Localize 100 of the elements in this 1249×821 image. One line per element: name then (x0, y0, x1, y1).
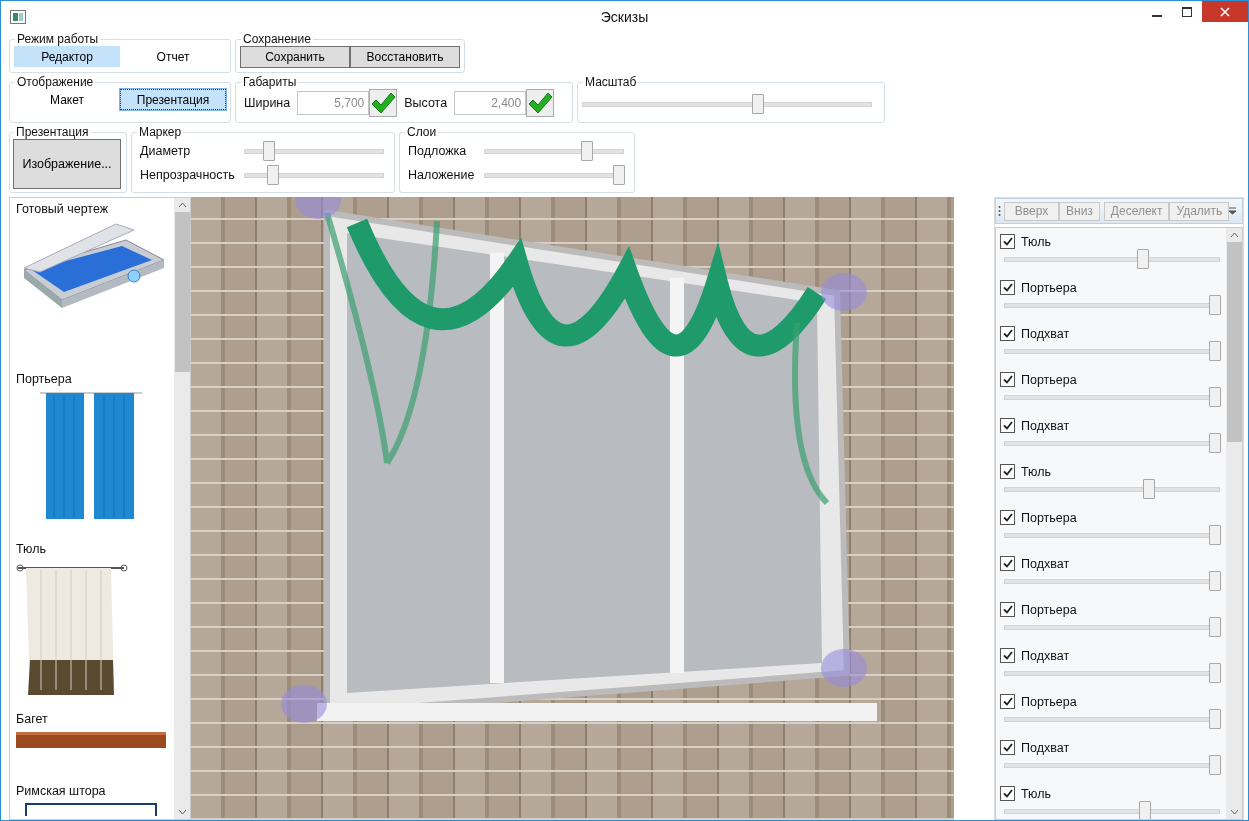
opacity-slider[interactable] (1004, 663, 1220, 683)
check-icon (1002, 605, 1013, 614)
window-title: Эскизы (600, 8, 649, 25)
scroll-up-icon (177, 202, 187, 208)
slider-label: Непрозрачность (140, 168, 236, 182)
opacity-slider[interactable] (1004, 801, 1220, 819)
scale-slider[interactable] (582, 93, 872, 114)
checkbox[interactable] (1000, 740, 1015, 755)
scroll-down-icon (177, 809, 187, 815)
catalog-label: Готовый чертеж (16, 202, 110, 216)
checkbox[interactable] (1000, 464, 1015, 479)
check-icon (1002, 237, 1013, 246)
save-button[interactable]: Сохранить (240, 46, 350, 68)
check-icon (1002, 789, 1013, 798)
marker-handle[interactable] (281, 685, 327, 723)
opacity-slider[interactable] (1004, 433, 1220, 453)
check-icon (1002, 467, 1013, 476)
marker-slider[interactable] (244, 165, 384, 185)
check-icon (1002, 697, 1013, 706)
group-title: Сохранение (242, 32, 312, 46)
layer-label: Портьера (1021, 602, 1077, 617)
checkbox[interactable] (1000, 648, 1015, 663)
check-icon (1002, 421, 1013, 430)
opacity-slider[interactable] (1004, 249, 1220, 269)
check-icon (1002, 283, 1013, 292)
save-button[interactable]: Восстановить (350, 46, 460, 68)
layer-label: Портьера (1021, 372, 1077, 387)
opacity-slider[interactable] (1004, 571, 1220, 591)
layer-label: Портьера (1021, 510, 1077, 525)
checkbox[interactable] (1000, 234, 1015, 249)
catalog-label: Римская штора (16, 784, 107, 798)
catalog-label: Багет (16, 712, 49, 726)
number-field[interactable]: 2,400 (454, 91, 527, 115)
checkbox[interactable] (1000, 510, 1015, 525)
group-title: Габариты (242, 75, 298, 89)
scroll-down-icon (1229, 809, 1239, 815)
opacity-slider[interactable] (1004, 617, 1220, 637)
opacity-slider[interactable] (1004, 295, 1220, 315)
group-title: Режим работы (16, 32, 100, 46)
group-title: Масштаб (584, 75, 638, 89)
opacity-slider[interactable] (1004, 479, 1220, 499)
checkbox[interactable] (1000, 418, 1015, 433)
slider-label: Наложение (408, 168, 476, 182)
catalog-item[interactable]: Портьера (16, 372, 174, 542)
scrollbar-thumb[interactable] (1226, 242, 1242, 442)
checkbox[interactable] (1000, 326, 1015, 341)
group-title: Маркер (138, 125, 183, 139)
checkmark-icon (527, 91, 554, 115)
checkbox[interactable] (1000, 556, 1015, 571)
layer-label: Подхват (1021, 556, 1070, 571)
scrollbar[interactable] (174, 198, 190, 819)
minimize-icon (1152, 14, 1162, 17)
group-title: Слои (406, 125, 438, 139)
marker-slider[interactable] (244, 141, 384, 161)
check-icon (1002, 651, 1013, 660)
number-field[interactable]: 5,700 (297, 91, 370, 115)
marker-handle[interactable] (821, 649, 867, 687)
catalog-item[interactable]: Римская штора (16, 784, 174, 816)
maximize-icon (1182, 6, 1192, 17)
layer-label: Тюль (1021, 234, 1051, 249)
slider-label: Диаметр (140, 144, 192, 158)
layer-slider[interactable] (484, 165, 624, 185)
check-icon (1002, 329, 1013, 338)
catalog-item[interactable]: Готовый чертеж (16, 202, 174, 372)
checkbox[interactable] (1000, 602, 1015, 617)
catalog-label: Тюль (16, 542, 47, 556)
checkbox[interactable] (1000, 786, 1015, 801)
checkbox[interactable] (1000, 280, 1015, 295)
opacity-slider[interactable] (1004, 755, 1220, 775)
checkbox[interactable] (1000, 694, 1015, 709)
image-button[interactable]: Изображение... (13, 139, 121, 189)
overflow-icon (1229, 207, 1237, 215)
confirm-button[interactable] (369, 89, 398, 117)
catalog-label: Портьера (16, 372, 73, 386)
opacity-slider[interactable] (1004, 709, 1220, 729)
opacity-slider[interactable] (1004, 341, 1220, 361)
confirm-button[interactable] (526, 89, 555, 117)
app-icon (10, 9, 26, 24)
opacity-slider[interactable] (1004, 387, 1220, 407)
opacity-slider[interactable] (1004, 525, 1220, 545)
layer-label: Подхват (1021, 326, 1070, 341)
scrollbar-thumb[interactable] (174, 212, 190, 372)
layer-label: Тюль (1021, 464, 1051, 479)
catalog-item[interactable]: Тюль (16, 542, 174, 712)
check-icon (1002, 375, 1013, 384)
scrollbar[interactable] (1226, 228, 1242, 819)
check-icon (1002, 513, 1013, 522)
mode-toggle[interactable]: Отчет (120, 46, 226, 67)
slider-label: Подложка (408, 144, 468, 158)
marker-handle[interactable] (821, 273, 867, 311)
scroll-up-icon (1229, 232, 1239, 238)
checkbox[interactable] (1000, 372, 1015, 387)
checkmark-icon (370, 91, 397, 115)
layer-slider[interactable] (484, 141, 624, 161)
mode-toggle[interactable]: Редактор (14, 46, 120, 67)
display-toggle[interactable]: Макет (14, 89, 120, 110)
check-icon (1002, 743, 1013, 752)
display-toggle[interactable]: Презентация (120, 89, 226, 110)
catalog-item[interactable]: Багет (16, 712, 174, 784)
layer-label: Подхват (1021, 740, 1070, 755)
